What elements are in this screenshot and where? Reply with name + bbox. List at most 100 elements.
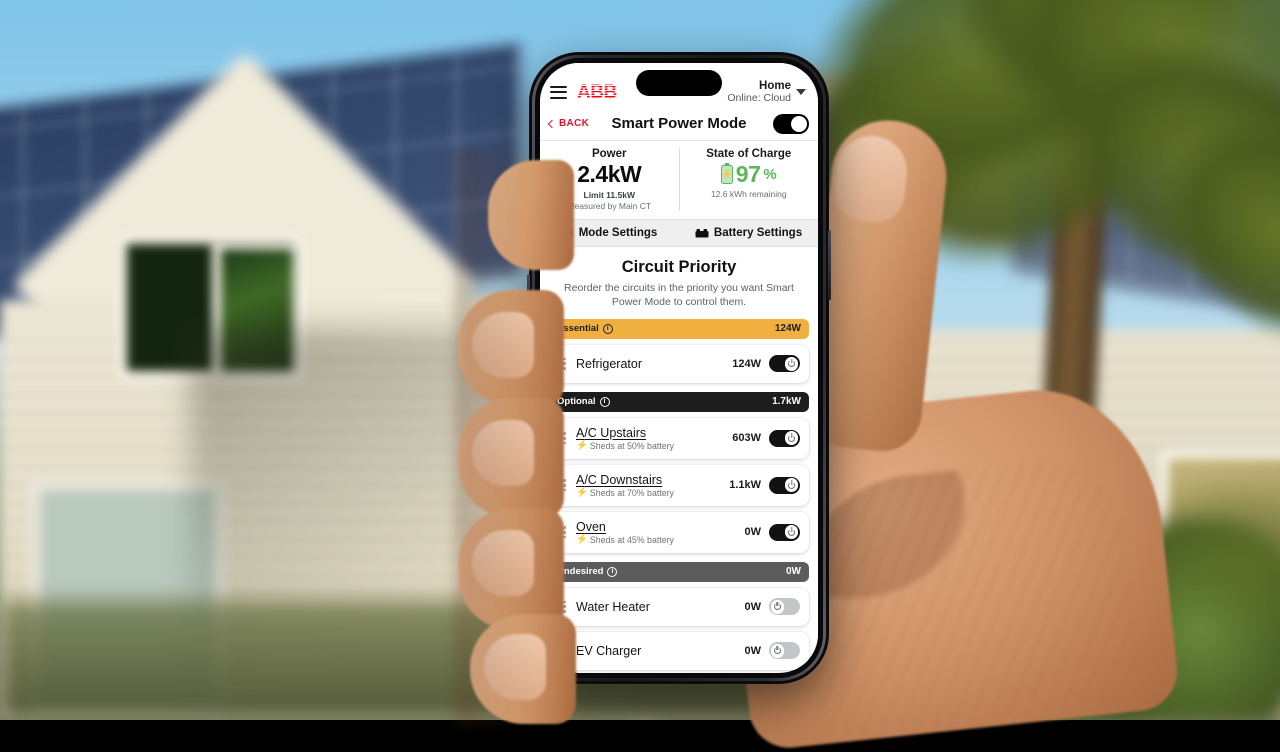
toggle-knob	[771, 644, 785, 658]
power-icon	[788, 435, 795, 442]
abb-logo: ABB	[577, 83, 617, 102]
power-icon	[774, 647, 781, 654]
connection-status: Online: Cloud	[727, 93, 791, 105]
tab-mode-settings[interactable]: Mode Settings	[540, 227, 679, 239]
phone-power-button[interactable]	[828, 230, 831, 300]
drag-handle-icon[interactable]	[558, 601, 567, 613]
circuit-group-name: Optional	[557, 396, 596, 407]
circuit-group-header: Essentiali 124W	[549, 319, 809, 339]
tab-mode-settings-label: Mode Settings	[579, 227, 658, 239]
circuit-group-name: Undesired	[557, 566, 603, 577]
battery-bolt-icon: ⚡	[721, 165, 733, 184]
circuit-toggle[interactable]	[769, 598, 800, 615]
toggle-knob	[785, 525, 799, 539]
stats-panel: Power 2.4kW Limit 11.5kW Measured by Mai…	[540, 141, 818, 220]
site-name: Home	[727, 80, 791, 93]
phone-screen: ABB Home Online: Cloud BACK Smart Power …	[540, 63, 818, 673]
lightning-bolt-icon: ⚡	[576, 535, 588, 545]
circuit-group-total: 0W	[786, 566, 801, 577]
back-button[interactable]: BACK	[549, 118, 589, 129]
circuit-shed-text: Sheds at 70% battery	[590, 488, 674, 498]
power-source: Measured by Main CT	[544, 201, 675, 211]
circuit-watt: 603W	[732, 432, 761, 444]
circuit-shed-threshold: ⚡Sheds at 45% battery	[576, 535, 745, 545]
site-selector[interactable]: Home Online: Cloud	[727, 80, 808, 105]
circuit-name: Water Heater	[576, 600, 745, 614]
phone-mute-switch[interactable]	[527, 164, 530, 190]
circuit-name[interactable]: Oven	[576, 520, 745, 534]
circuit-priority-description: Reorder the circuits in the priority you…	[549, 282, 809, 310]
drag-handle-icon[interactable]	[558, 358, 567, 370]
chevron-down-icon[interactable]	[796, 89, 806, 95]
circuit-watt: 0W	[745, 526, 762, 538]
smart-power-mode-master-toggle[interactable]	[773, 114, 809, 134]
circuit-shed-threshold: ⚡Sheds at 50% battery	[576, 441, 732, 451]
chevron-left-icon	[548, 119, 556, 127]
circuit-toggle[interactable]	[769, 355, 800, 372]
drag-handle-icon[interactable]	[558, 526, 567, 538]
info-icon[interactable]: i	[603, 324, 613, 334]
soc-remaining: 12.6 kWh remaining	[684, 189, 815, 199]
circuit-watt: 0W	[745, 645, 762, 657]
soc-label: State of Charge	[684, 148, 815, 160]
circuit-priority-section: Circuit Priority Reorder the circuits in…	[540, 247, 818, 670]
phone-volume-up-button[interactable]	[527, 212, 530, 260]
circuit-info: Water Heater	[576, 600, 745, 614]
circuit-group-header: Optional i 1.7kW	[549, 392, 809, 412]
app-nav-bar: BACK Smart Power Mode	[540, 107, 818, 141]
circuit-toggle[interactable]	[769, 524, 800, 541]
circuit-watt: 124W	[732, 358, 761, 370]
info-icon[interactable]: i	[607, 567, 617, 577]
lightning-bolt-icon: ⚡	[576, 488, 588, 498]
circuit-row[interactable]: EV Charger0W	[549, 632, 809, 670]
tab-battery-settings-label: Battery Settings	[714, 227, 802, 239]
circuit-name[interactable]: A/C Upstairs	[576, 426, 732, 440]
gear-icon	[562, 227, 574, 239]
power-icon	[788, 482, 795, 489]
phone-volume-down-button[interactable]	[527, 274, 530, 322]
circuit-shed-text: Sheds at 50% battery	[590, 441, 674, 451]
circuit-toggle[interactable]	[769, 642, 800, 659]
circuit-row[interactable]: A/C Downstairs⚡Sheds at 70% battery1.1kW	[549, 465, 809, 506]
circuit-toggle[interactable]	[769, 430, 800, 447]
circuit-group-name-wrap: Essentiali	[557, 323, 613, 334]
soc-value: 97	[736, 161, 761, 188]
circuit-group-name-wrap: Undesired i	[557, 566, 617, 577]
circuit-group-header: Undesired i 0W	[549, 562, 809, 582]
site-selector-text: Home Online: Cloud	[727, 80, 791, 105]
lightning-bolt-icon: ⚡	[576, 441, 588, 451]
drag-handle-icon[interactable]	[558, 645, 567, 657]
power-limit: Limit 11.5kW	[544, 190, 675, 200]
circuit-group-total: 1.7kW	[772, 396, 801, 407]
circuit-row[interactable]: A/C Upstairs⚡Sheds at 50% battery603W	[549, 418, 809, 459]
tab-battery-settings[interactable]: Battery Settings	[679, 227, 818, 239]
circuit-info: A/C Upstairs⚡Sheds at 50% battery	[576, 426, 732, 451]
circuit-group-total: 124W	[775, 323, 801, 334]
back-button-label: BACK	[559, 118, 589, 129]
power-icon	[788, 360, 795, 367]
info-icon[interactable]: i	[600, 397, 610, 407]
toggle-knob	[785, 478, 799, 492]
circuit-priority-title: Circuit Priority	[549, 258, 809, 277]
circuit-name[interactable]: A/C Downstairs	[576, 473, 729, 487]
drag-handle-icon[interactable]	[558, 432, 567, 444]
power-stat: Power 2.4kW Limit 11.5kW Measured by Mai…	[540, 148, 679, 211]
phone-device: ABB Home Online: Cloud BACK Smart Power …	[529, 52, 829, 684]
power-icon	[774, 603, 781, 610]
battery-settings-icon	[695, 228, 709, 239]
circuit-toggle[interactable]	[769, 477, 800, 494]
state-of-charge-stat: State of Charge ⚡ 97 % 12.6 kWh remainin…	[679, 148, 819, 211]
circuit-row[interactable]: Oven⚡Sheds at 45% battery0W	[549, 512, 809, 553]
hamburger-menu-icon[interactable]	[550, 86, 567, 99]
circuit-group-name-wrap: Optional i	[557, 396, 610, 407]
soc-unit: %	[763, 166, 776, 183]
drag-handle-icon[interactable]	[558, 479, 567, 491]
circuit-group-list: Essentiali124WRefrigerator124WOptionali1…	[549, 319, 809, 670]
toggle-knob	[785, 431, 799, 445]
circuit-row[interactable]: Refrigerator124W	[549, 345, 809, 383]
circuit-row[interactable]: Water Heater0W	[549, 588, 809, 626]
circuit-info: A/C Downstairs⚡Sheds at 70% battery	[576, 473, 729, 498]
circuit-name: Refrigerator	[576, 357, 732, 371]
toggle-knob	[771, 600, 785, 614]
abb-logo-text: ABB	[577, 83, 617, 102]
